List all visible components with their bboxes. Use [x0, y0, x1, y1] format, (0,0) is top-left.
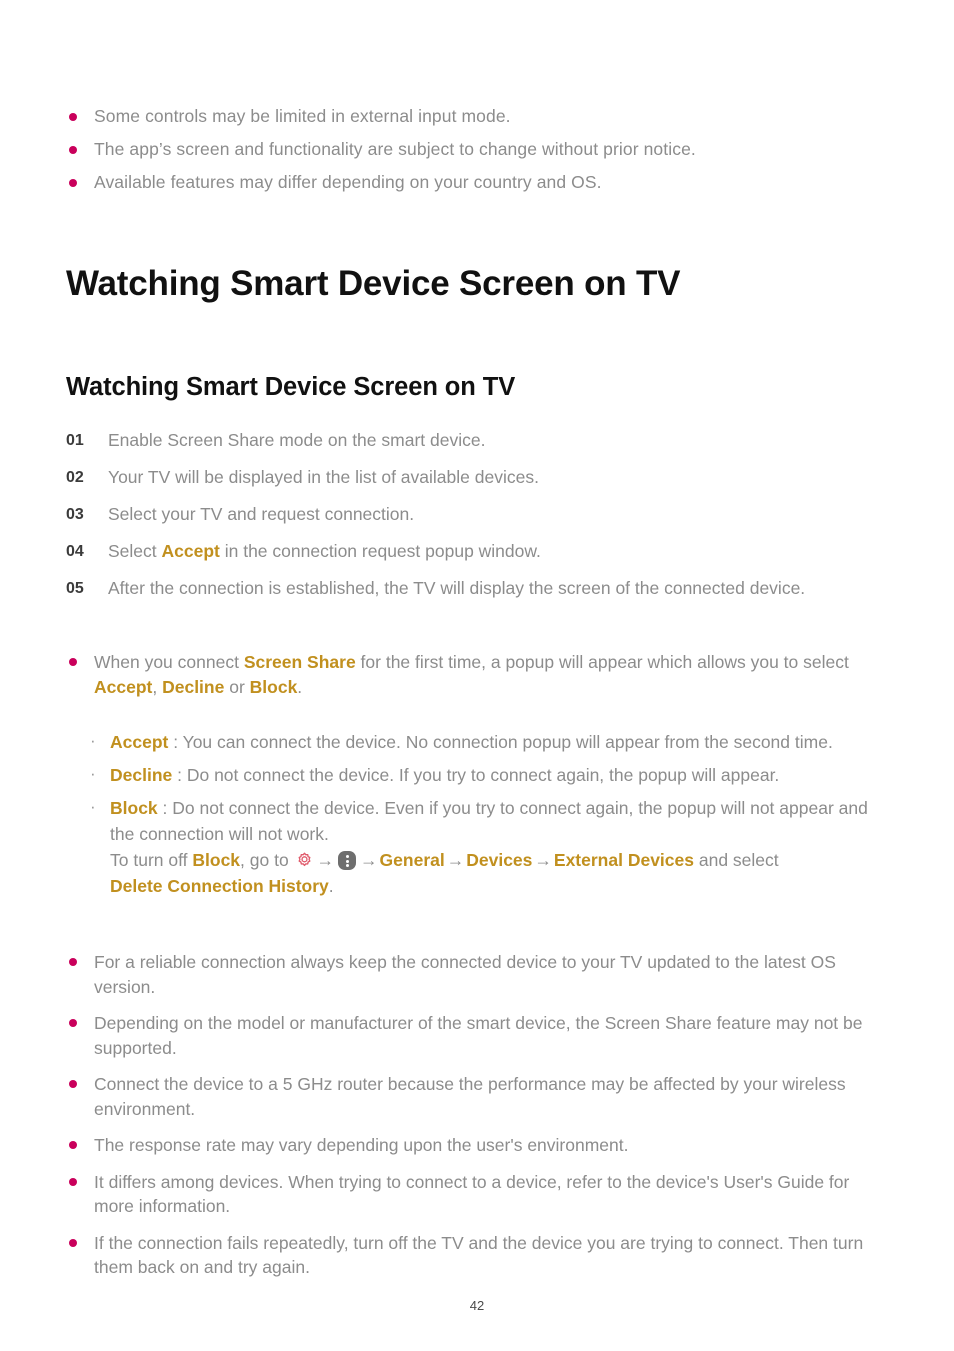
sub-bullet-icon: · — [90, 764, 96, 783]
sub-bullet-icon: · — [90, 731, 96, 750]
note-text: Depending on the model or manufacturer o… — [94, 1013, 863, 1058]
list-item: It differs among devices. When trying to… — [66, 1170, 894, 1219]
bullet-dot-icon — [69, 1141, 77, 1149]
step-number: 05 — [66, 580, 84, 597]
note-text: If the connection fails repeatedly, turn… — [94, 1232, 864, 1278]
bullet-dot-icon — [69, 658, 77, 666]
sub-list-item-decline: · Decline : Do not connect the device. I… — [88, 762, 888, 788]
bullet-dot-icon — [69, 1177, 77, 1186]
accept-keyword: Accept — [94, 676, 153, 697]
step-text: Select your TV and request connection. — [108, 504, 415, 524]
sub-list-item-accept: · Accept : You can connect the device. N… — [88, 729, 888, 755]
note-text: The app’s screen and functionality are s… — [94, 139, 696, 159]
arrow-icon: → — [360, 850, 378, 870]
page-number: 42 — [469, 1298, 485, 1313]
three-dots-icon[interactable] — [338, 851, 357, 870]
section-title: Watching Smart Device Screen on TV — [66, 373, 516, 401]
path-prefix: To turn off — [110, 850, 193, 870]
note-text: For a reliable connection always keep th… — [94, 952, 836, 997]
accept-keyword: Accept — [161, 541, 220, 561]
option-sub-list: · Accept : You can connect the device. N… — [88, 729, 888, 906]
bullet-dot-icon — [69, 1080, 77, 1088]
bullet-dot-icon — [69, 179, 77, 187]
step-number: 02 — [66, 469, 84, 486]
note-text: It differs among devices. When trying to… — [94, 1171, 850, 1217]
step-item: 05 After the connection is established, … — [66, 576, 888, 601]
step-item: 01 Enable Screen Share mode on the smart… — [66, 428, 888, 453]
step-item: 04 Select Accept in the connection reque… — [66, 539, 888, 564]
block-keyword: Block — [110, 798, 158, 818]
step-text: After the connection is established, the… — [108, 578, 806, 598]
step-text: Select — [108, 541, 162, 561]
intro-bullet-list: When you connect Screen Share for the fi… — [66, 650, 894, 711]
block-keyword: Block — [192, 850, 241, 870]
menu-general: General — [379, 850, 445, 870]
arrow-icon: → — [316, 850, 335, 870]
bullet-dot-icon — [69, 113, 77, 121]
note-text: Available features may differ depending … — [94, 172, 602, 192]
sub-list-item-block: · Block : Do not connect the device. Eve… — [88, 795, 888, 899]
step-text-tail: in the connection request popup window. — [219, 541, 541, 561]
decline-keyword: Decline — [110, 765, 173, 785]
sub-text: : Do not connect the device. Even if you… — [110, 798, 868, 844]
list-item: The response rate may vary depending upo… — [66, 1133, 894, 1158]
text-part: , — [152, 676, 163, 697]
document-page: Some controls may be limited in external… — [0, 0, 954, 1351]
path-suffix: and select — [694, 850, 779, 870]
list-item: For a reliable connection always keep th… — [66, 950, 894, 999]
step-text: Enable Screen Share mode on the smart de… — [108, 430, 486, 450]
accept-keyword: Accept — [110, 732, 169, 752]
menu-external-devices: External Devices — [553, 850, 694, 870]
step-text: Your TV will be displayed in the list of… — [108, 467, 539, 487]
sub-bullet-icon: · — [90, 797, 96, 816]
bullet-dot-icon — [69, 1019, 77, 1027]
text-part: for the first time, a popup will appear … — [355, 652, 849, 672]
list-item: If the connection fails repeatedly, turn… — [66, 1231, 894, 1280]
top-note-list: Some controls may be limited in external… — [66, 100, 896, 199]
numbered-steps: 01 Enable Screen Share mode on the smart… — [66, 428, 888, 613]
list-item: Depending on the model or manufacturer o… — [66, 1011, 894, 1060]
note-text: Connect the device to a 5 GHz router bec… — [94, 1074, 846, 1119]
list-item: The app’s screen and functionality are s… — [66, 133, 896, 166]
block-keyword: Block — [249, 676, 298, 697]
page-title: Watching Smart Device Screen on TV — [66, 264, 681, 303]
list-item: Connect the device to a 5 GHz router bec… — [66, 1072, 894, 1121]
path-mid: , go to — [240, 850, 294, 870]
sub-text: : You can connect the device. No connect… — [168, 732, 833, 752]
list-item: Some controls may be limited in external… — [66, 100, 896, 133]
text-part: When you connect — [94, 652, 244, 672]
delete-connection-history-item: Delete Connection History — [110, 876, 329, 896]
gear-icon[interactable] — [295, 851, 314, 870]
notes-list: For a reliable connection always keep th… — [66, 950, 894, 1292]
bullet-dot-icon — [69, 958, 77, 966]
text-part: . — [297, 676, 303, 697]
bullet-dot-icon — [69, 146, 77, 154]
note-text: The response rate may vary depending upo… — [94, 1135, 629, 1155]
path-end: . — [328, 876, 334, 896]
decline-keyword: Decline — [162, 676, 225, 697]
screen-share-keyword: Screen Share — [243, 652, 356, 672]
step-number: 01 — [66, 432, 84, 449]
arrow-icon: → — [446, 850, 465, 870]
list-item: When you connect Screen Share for the fi… — [66, 650, 894, 699]
sub-text: : Do not connect the device. If you try … — [172, 765, 780, 785]
step-item: 03 Select your TV and request connection… — [66, 502, 888, 527]
note-text: Some controls may be limited in external… — [94, 106, 511, 126]
text-part: or — [224, 676, 250, 697]
list-item: Available features may differ depending … — [66, 166, 896, 199]
step-number: 04 — [66, 543, 84, 560]
step-number: 03 — [66, 506, 84, 523]
step-item: 02 Your TV will be displayed in the list… — [66, 465, 888, 490]
arrow-icon: → — [534, 850, 552, 870]
bullet-dot-icon — [69, 1238, 77, 1247]
menu-devices: Devices — [466, 850, 533, 870]
